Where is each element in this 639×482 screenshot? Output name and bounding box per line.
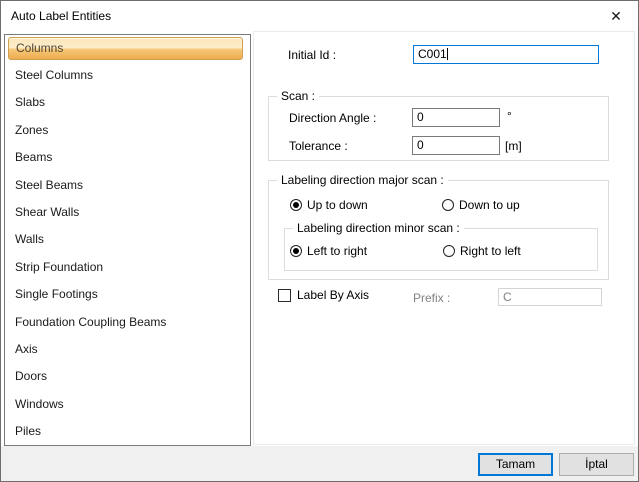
list-item-foundation-coupling-beams[interactable]: Foundation Coupling Beams bbox=[5, 309, 250, 336]
list-item-walls[interactable]: Walls bbox=[5, 226, 250, 253]
titlebar: Auto Label Entities ✕ bbox=[1, 1, 638, 31]
radio-button-icon bbox=[290, 199, 302, 211]
prefix-value: C bbox=[503, 290, 512, 304]
direction-angle-label: Direction Angle : bbox=[289, 111, 377, 125]
list-item-steel-columns[interactable]: Steel Columns bbox=[5, 62, 250, 89]
radio-down-to-up[interactable]: Down to up bbox=[442, 198, 520, 212]
radio-up-to-down[interactable]: Up to down bbox=[290, 198, 368, 212]
text-caret bbox=[446, 48, 448, 60]
checkbox-label: Label By Axis bbox=[297, 288, 370, 302]
tolerance-unit: [m] bbox=[505, 139, 522, 153]
list-item-beams[interactable]: Beams bbox=[5, 144, 250, 171]
label-by-axis-checkbox[interactable]: ✓ Label By Axis bbox=[278, 288, 369, 302]
direction-angle-input[interactable]: 0 bbox=[412, 108, 500, 127]
direction-angle-value: 0 bbox=[417, 110, 424, 124]
direction-angle-unit: ° bbox=[507, 109, 512, 123]
list-item-zones[interactable]: Zones bbox=[5, 117, 250, 144]
initial-id-input[interactable]: C001 bbox=[413, 45, 599, 64]
list-item-piles[interactable]: Piles bbox=[5, 418, 250, 445]
dialog-footer: Tamam İptal bbox=[1, 446, 638, 481]
prefix-label: Prefix : bbox=[413, 291, 451, 305]
initial-id-label: Initial Id : bbox=[288, 48, 337, 62]
initial-id-value: C001 bbox=[418, 47, 447, 61]
radio-left-to-right[interactable]: Left to right bbox=[290, 244, 367, 258]
tolerance-value: 0 bbox=[417, 138, 424, 152]
minor-scan-title: Labeling direction minor scan : bbox=[293, 221, 464, 235]
radio-button-icon bbox=[443, 245, 455, 257]
major-scan-title: Labeling direction major scan : bbox=[277, 173, 448, 187]
radio-label: Left to right bbox=[307, 244, 368, 258]
major-scan-group: Labeling direction major scan : Up to do… bbox=[268, 173, 609, 280]
tolerance-label: Tolerance : bbox=[289, 139, 348, 153]
list-item-strip-foundation[interactable]: Strip Foundation bbox=[5, 254, 250, 281]
list-item-windows[interactable]: Windows bbox=[5, 391, 250, 418]
radio-label: Down to up bbox=[459, 198, 520, 212]
list-item-slabs[interactable]: Slabs bbox=[5, 89, 250, 116]
list-item-axis[interactable]: Axis bbox=[5, 336, 250, 363]
list-item-shear-walls[interactable]: Shear Walls bbox=[5, 199, 250, 226]
list-item-doors[interactable]: Doors bbox=[5, 363, 250, 390]
scan-group: Scan : Direction Angle : 0 ° Tolerance :… bbox=[268, 89, 609, 161]
radio-right-to-left[interactable]: Right to left bbox=[443, 244, 521, 258]
ok-button[interactable]: Tamam bbox=[478, 453, 553, 476]
auto-label-entities-dialog: Auto Label Entities ✕ Columns Steel Colum… bbox=[0, 0, 639, 482]
prefix-input[interactable]: C bbox=[498, 288, 602, 306]
minor-scan-group: Labeling direction minor scan : Left to … bbox=[284, 221, 598, 271]
window-title: Auto Label Entities bbox=[11, 9, 112, 23]
close-icon: ✕ bbox=[610, 7, 622, 24]
scan-group-title: Scan : bbox=[277, 89, 320, 103]
list-item-steel-beams[interactable]: Steel Beams bbox=[5, 172, 250, 199]
cancel-button[interactable]: İptal bbox=[559, 453, 634, 476]
radio-label: Right to left bbox=[460, 244, 521, 258]
tolerance-input[interactable]: 0 bbox=[412, 136, 500, 155]
entity-listbox[interactable]: Columns Steel Columns Slabs Zones Beams Steel… bbox=[4, 34, 251, 446]
list-item-columns[interactable]: Columns bbox=[8, 37, 243, 60]
close-button[interactable]: ✕ bbox=[599, 2, 633, 30]
radio-button-icon bbox=[290, 245, 302, 257]
list-item-single-footings[interactable]: Single Footings bbox=[5, 281, 250, 308]
checkbox-icon: ✓ bbox=[278, 288, 291, 302]
radio-button-icon bbox=[442, 199, 454, 211]
radio-label: Up to down bbox=[307, 198, 368, 212]
